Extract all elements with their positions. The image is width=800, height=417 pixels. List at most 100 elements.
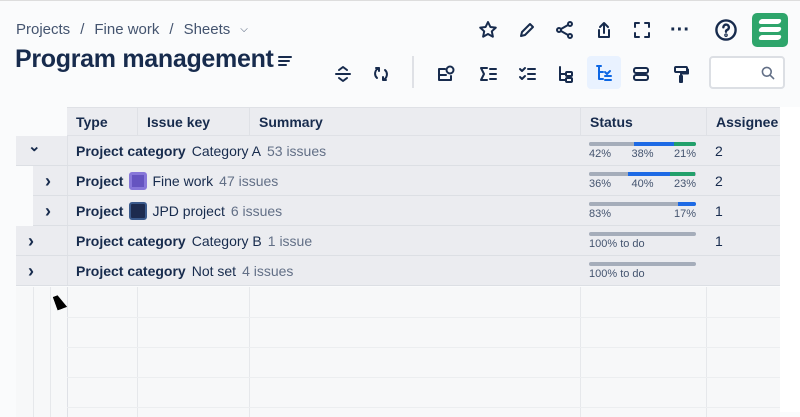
- status-segment: [627, 172, 671, 176]
- chevron-right-icon[interactable]: ›: [28, 226, 34, 256]
- column-header-status[interactable]: Status: [580, 108, 706, 136]
- separator: /: [169, 21, 174, 38]
- group-type: Project category: [76, 143, 186, 159]
- divider: [67, 166, 68, 195]
- help-icon[interactable]: [713, 17, 739, 43]
- status-progress-bar: [589, 232, 696, 236]
- chevron-right-icon[interactable]: ›: [45, 196, 51, 226]
- group-type: Project category: [76, 263, 186, 279]
- checklist-icon[interactable]: [514, 61, 540, 87]
- group-name[interactable]: Not set: [192, 263, 236, 279]
- fullscreen-icon[interactable]: [630, 18, 654, 42]
- table-row[interactable]: › Project Fine work 47 issues 36% 40% 23% 2: [33, 166, 780, 196]
- group-label: Project Fine work 47 issues: [76, 166, 278, 196]
- app-logo[interactable]: [752, 13, 788, 47]
- status-segment: [673, 142, 696, 146]
- group-name[interactable]: JPD project: [152, 203, 224, 219]
- group-label: Project category Category B 1 issue: [76, 226, 312, 256]
- status-percent: 17%: [673, 208, 696, 220]
- status-percent: 100% to do: [589, 268, 645, 280]
- filter-lines-icon[interactable]: [275, 51, 295, 71]
- status-segment: [633, 142, 674, 146]
- chevron-right-icon[interactable]: ›: [28, 256, 34, 286]
- table-row[interactable]: › Project category Not set 4 issues 100% t…: [16, 256, 780, 286]
- status-percent: 100% to do: [589, 238, 645, 250]
- divider: [67, 226, 68, 255]
- chevron-down-icon[interactable]: ⌄: [28, 132, 41, 162]
- page-title: Program management: [15, 45, 274, 73]
- status-progress-bar: [589, 202, 696, 206]
- issue-count: 1 issue: [267, 233, 313, 249]
- assignee-count: 2: [715, 143, 723, 159]
- empty-rows: [16, 287, 780, 417]
- status-percent: 38%: [631, 148, 654, 160]
- status-percent: 40%: [631, 178, 654, 190]
- issue-count: 53 issues: [266, 143, 327, 159]
- status-segment: [589, 202, 678, 206]
- issue-count: 6 issues: [230, 203, 283, 219]
- expand-collapse-icon[interactable]: [330, 61, 356, 87]
- status-cell: 100% to do: [589, 262, 696, 280]
- group-label: Project JPD project 6 issues: [76, 196, 282, 226]
- search-icon: [759, 64, 777, 82]
- table-header: Type Issue key Summary Status Assignee: [67, 107, 780, 136]
- status-cell: 83% 17%: [589, 202, 696, 220]
- table-row[interactable]: › Project category Category B 1 issue 100%…: [16, 226, 780, 256]
- project-avatar-icon: [129, 172, 148, 190]
- column-header-summary[interactable]: Summary: [249, 108, 580, 136]
- project-avatar-icon: [129, 202, 148, 220]
- row-height-icon[interactable]: [628, 61, 654, 87]
- chevron-down-icon[interactable]: ⌵: [240, 24, 248, 35]
- sum-icon[interactable]: [475, 61, 501, 87]
- breadcrumb-fine-work[interactable]: Fine work: [94, 21, 159, 38]
- status-percent: 42%: [589, 148, 612, 160]
- status-cell: 42% 38% 21%: [589, 142, 696, 160]
- divider: [67, 196, 68, 225]
- divider: [67, 136, 68, 165]
- status-percent: 36%: [589, 178, 612, 190]
- status-percent: 23%: [673, 178, 696, 190]
- group-label: Project category Category A 53 issues: [76, 136, 326, 166]
- separator: /: [80, 21, 85, 38]
- column-header-assignee[interactable]: Assignee: [706, 108, 786, 136]
- issue-count: 47 issues: [219, 173, 279, 189]
- issue-count: 4 issues: [242, 263, 294, 279]
- assignee-count: 1: [715, 233, 723, 249]
- status-progress-bar: [589, 172, 696, 176]
- paint-roller-icon[interactable]: [668, 61, 694, 87]
- group-name[interactable]: Category A: [192, 143, 261, 159]
- timeline-icon[interactable]: [433, 61, 459, 87]
- chevron-right-icon[interactable]: ›: [45, 166, 51, 196]
- status-segment: [589, 142, 634, 146]
- breadcrumb-sheets[interactable]: Sheets: [184, 21, 231, 38]
- column-header-issue-key[interactable]: Issue key: [137, 108, 249, 136]
- share-icon[interactable]: [553, 18, 577, 42]
- column-header-type[interactable]: Type: [67, 108, 137, 136]
- group-label: Project category Not set 4 issues: [76, 256, 293, 286]
- status-cell: 36% 40% 23%: [589, 172, 696, 190]
- table-row[interactable]: › Project JPD project 6 issues 83% 17% 1: [33, 196, 780, 226]
- search-input[interactable]: [709, 56, 785, 89]
- table-row[interactable]: ⌄ Project category Category A 53 issues 42…: [16, 136, 780, 166]
- breadcrumb-projects[interactable]: Projects: [16, 21, 70, 38]
- group-type: Project: [76, 203, 124, 219]
- more-icon[interactable]: ···: [668, 18, 692, 42]
- hierarchy-filter-icon[interactable]: [587, 56, 621, 89]
- status-segment: [589, 172, 628, 176]
- status-cell: 100% to do: [589, 232, 696, 250]
- group-type: Project category: [76, 233, 186, 249]
- refresh-icon[interactable]: [368, 61, 394, 87]
- group-name[interactable]: Category B: [192, 233, 262, 249]
- assignee-count: 2: [715, 173, 723, 189]
- toolbar-divider: [412, 56, 414, 88]
- pencil-icon[interactable]: [515, 18, 539, 42]
- star-icon[interactable]: [476, 18, 500, 42]
- status-segment: [677, 202, 696, 206]
- hierarchy-icon[interactable]: [553, 61, 579, 87]
- group-name[interactable]: Fine work: [152, 173, 213, 189]
- export-icon[interactable]: [592, 18, 616, 42]
- status-percent: 21%: [673, 148, 696, 160]
- right-edge: [780, 107, 800, 412]
- divider: [67, 256, 68, 285]
- status-segment: [670, 172, 695, 176]
